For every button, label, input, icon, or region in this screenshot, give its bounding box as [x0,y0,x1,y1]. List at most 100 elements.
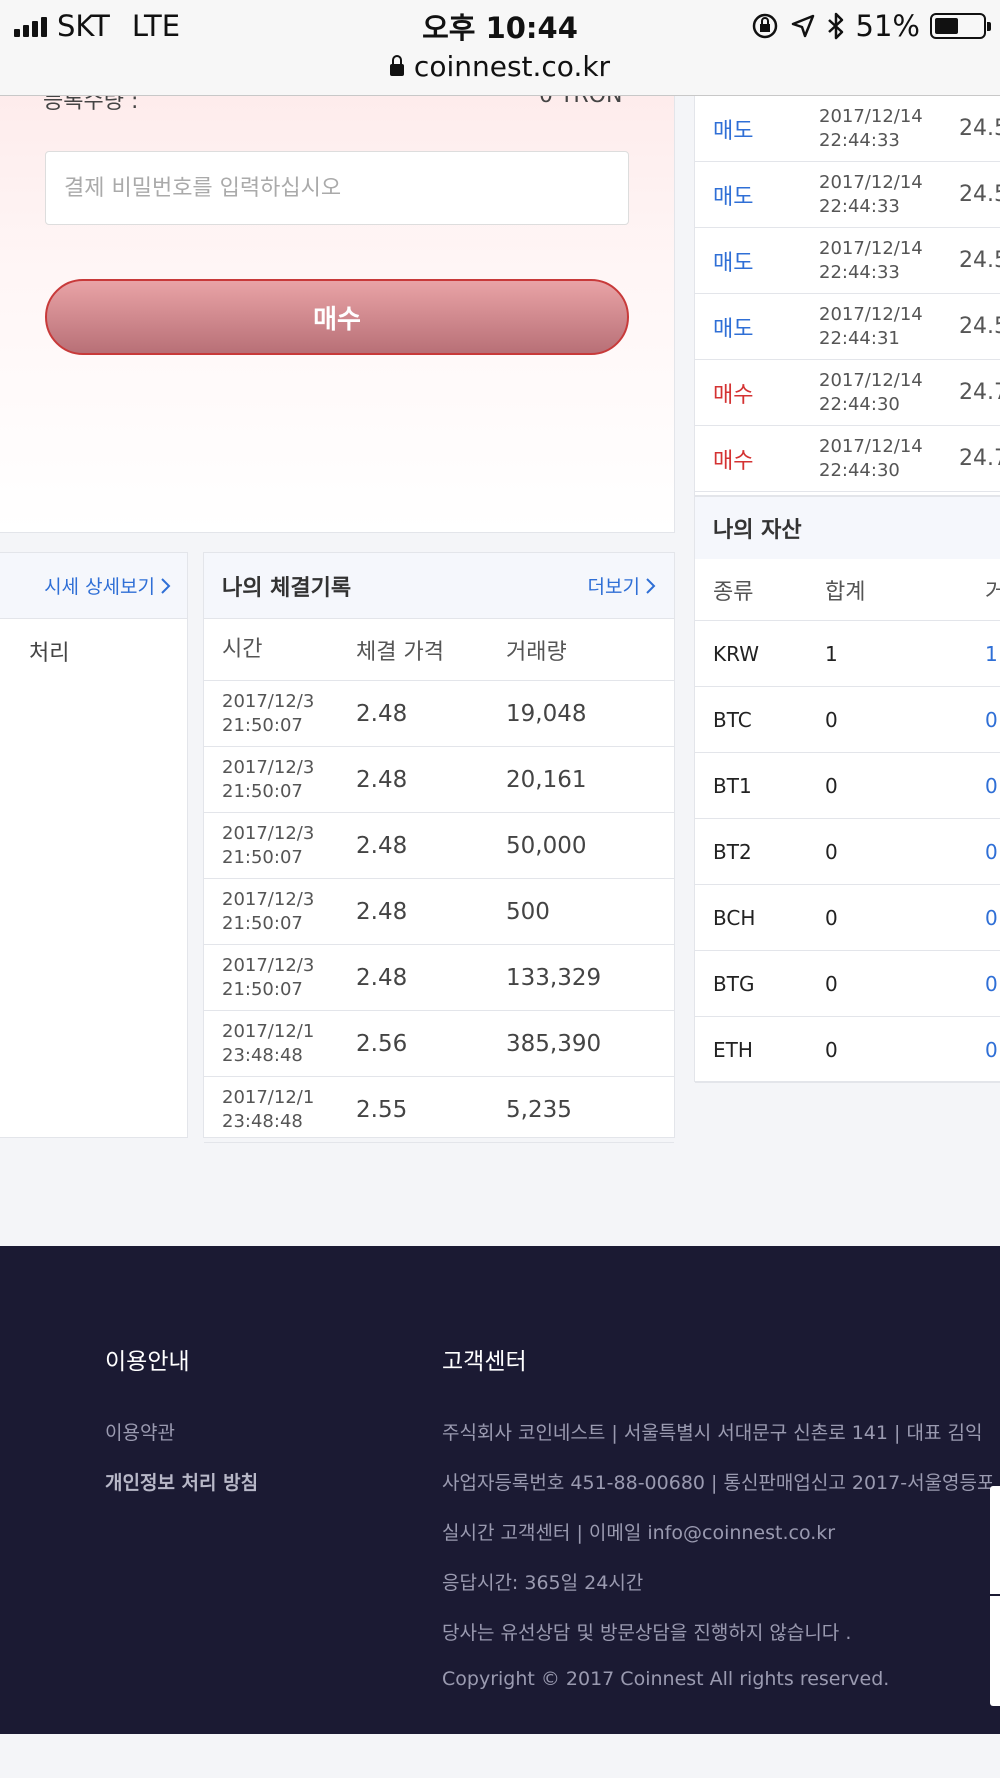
table-row: BCH 0 0 [695,885,1000,951]
address-bar[interactable]: coinnest.co.kr [0,46,1000,86]
trade-time: 2017/12/1 23:48:48 [222,1020,356,1068]
table-row: BT1 0 0 [695,753,1000,819]
asset-total: 0 [825,839,838,864]
trade-price: 24.5 [959,182,1000,207]
asset-type: BTC [713,707,752,732]
trade-price: 2.48 [356,964,408,991]
trade-volume: 5,235 [506,1096,572,1123]
asset-type: BCH [713,905,756,930]
trade-clock: 21:50:07 [222,846,303,868]
trade-date: 2017/12/14 [819,435,923,457]
trade-clock: 21:50:07 [222,912,303,934]
my-trade-history-title: 나의 체결기록 [222,575,352,601]
recent-trades-panel: 매도2017/12/1422:44:3324.5 매도2017/12/1422:4… [694,96,1000,496]
table-row: 2017/12/3 21:50:07 2.48 20,161 [204,747,674,813]
status-bar: 오후 10:44 SKT LTE 51% coinnest.co.kr [0,0,1000,96]
trade-time: 2017/12/14 22:44:30 [819,435,959,483]
location-arrow-icon [791,14,814,38]
signal-icon [14,15,47,37]
table-row: 매도2017/12/1422:44:3324.5 [695,228,1000,294]
table-row: 2017/12/3 21:50:07 2.48 500 [204,879,674,945]
asset-type: BT2 [713,839,752,864]
trade-price: 2.48 [356,700,408,727]
trade-clock: 21:50:07 [222,780,303,802]
chevron-right-icon[interactable] [644,576,658,596]
trade-time: 2017/12/3 21:50:07 [222,822,356,870]
buy-button[interactable]: 매수 [45,279,629,355]
asset-total: 1 [825,641,838,666]
asset-available[interactable]: 0 [985,1038,998,1062]
table-row: KRW 1 1 [695,621,1000,687]
trade-clock: 22:44:33 [819,195,900,217]
trade-volume: 385,390 [506,1030,602,1057]
more-link[interactable]: 더보기 [588,572,658,599]
buy-form-panel: 등록수량 : 0 TRON 매수 [0,60,675,533]
asset-available[interactable]: 1 [985,642,998,666]
price-detail-link[interactable]: 시세 상세보기 [44,572,155,599]
trade-price: 24.5 [959,314,1000,339]
asset-available[interactable]: 0 [985,972,998,996]
copyright: Copyright © 2017 Coinnest All rights res… [442,1668,890,1690]
asset-rows: KRW 1 1 BTC 0 0 BT1 0 0 BT2 0 0 BCH 0 0 BTG 0 0 ETH 0 0 [695,621,1000,1083]
table-row: 매도2017/12/1422:44:3324.5 [695,96,1000,162]
more-link-label[interactable]: 더보기 [588,572,640,599]
customer-center-heading: 고객센터 [442,1349,527,1375]
table-row: 매도2017/12/1422:44:3324.5 [695,162,1000,228]
trade-side: 매수 [713,448,754,474]
battery-percent: 51% [855,9,920,43]
trade-volume: 133,329 [506,964,602,991]
terms-link[interactable]: 이용약관 [105,1418,175,1445]
trade-clock: 22:44:31 [819,327,900,349]
asset-total: 0 [825,905,838,930]
asset-available[interactable]: 0 [985,906,998,930]
trade-date: 2017/12/14 [819,369,923,391]
status-icons: 51% [750,8,991,44]
privacy-policy-link[interactable]: 개인정보 처리 방침 [105,1468,258,1495]
table-row: 2017/12/1 23:48:48 2.55 5,235 [204,1077,674,1143]
trade-price: 2.55 [356,1096,408,1123]
trade-date: 2017/12/3 [222,756,315,778]
trade-clock: 21:50:07 [222,978,303,1000]
trade-clock: 22:44:30 [819,393,900,415]
payment-password-input[interactable] [45,151,629,225]
asset-available[interactable]: 0 [985,840,998,864]
asset-total: 0 [825,1037,838,1062]
trade-volume: 50,000 [506,832,587,859]
trade-date: 2017/12/14 [819,105,923,127]
table-row: 매도2017/12/1422:44:3124.5 [695,294,1000,360]
asset-available[interactable]: 0 [985,708,998,732]
guide-heading: 이용안내 [105,1349,190,1375]
trade-price: 2.48 [356,766,408,793]
trade-price: 24.7 [959,446,1000,471]
table-row: BTC 0 0 [695,687,1000,753]
table-row: BTG 0 0 [695,951,1000,1017]
table-row: 매수 2017/12/1422:44:3024.7 [695,426,1000,492]
trade-price: 2.48 [356,832,408,859]
column-header-available: 거 [985,579,1000,605]
chevron-right-icon[interactable] [159,576,173,596]
asset-total: 0 [825,707,838,732]
company-info: 주식회사 코인네스트 | 서울특별시 서대문구 신촌로 141 | 대표 김익 [442,1422,983,1444]
contact-email: 실시간 고객센터 | 이메일 info@coinnest.co.kr [442,1522,836,1544]
trade-date: 2017/12/3 [222,888,315,910]
trade-clock: 23:48:48 [222,1110,303,1132]
my-trade-history-header: 나의 체결기록 더보기 [204,553,674,619]
my-trade-history-panel: 나의 체결기록 더보기 시간 체결 가격 거래량 2017/12/3 21:50:… [203,552,675,1143]
status-column-header: 처리 [29,641,70,666]
my-assets-title: 나의 자산 [695,497,1000,559]
trade-time: 2017/12/3 21:50:07 [222,756,356,804]
trade-date: 2017/12/14 [819,303,923,325]
response-hours: 응답시간: 365일 24시간 [442,1572,644,1594]
my-trade-columns: 시간 체결 가격 거래량 [204,619,674,681]
trade-price: 2.56 [356,1030,408,1057]
network-type: LTE [131,9,181,43]
price-detail-header: 시세 상세보기 [0,553,187,619]
asset-available[interactable]: 0 [985,774,998,798]
lock-icon [389,55,404,76]
floating-widget[interactable] [990,1486,1000,1706]
trade-clock: 23:48:48 [222,1044,303,1066]
column-header-type: 종류 [713,579,754,605]
table-row: 2017/12/3 21:50:07 2.48 50,000 [204,813,674,879]
footer: 이용안내 이용약관 개인정보 처리 방침 고객센터 주식회사 코인네스트 | 서… [0,1246,1000,1734]
trade-price: 2.48 [356,898,408,925]
